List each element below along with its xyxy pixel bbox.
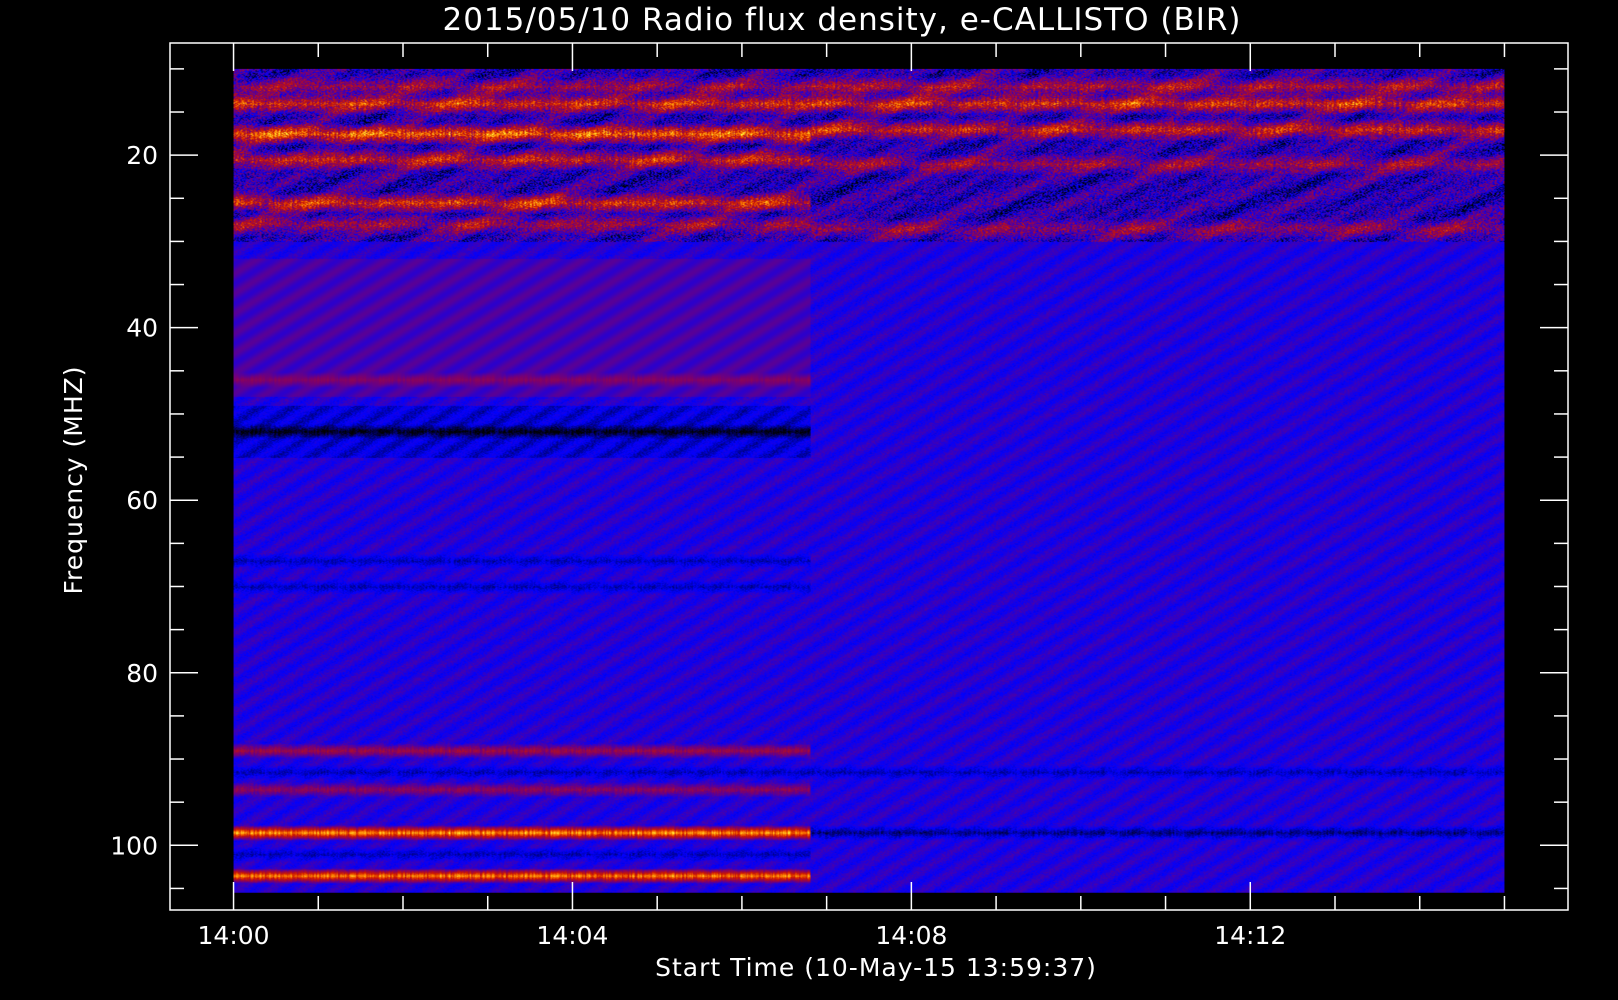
x-tick-label: 14:12 bbox=[1214, 921, 1286, 950]
y-tick-label: 100 bbox=[110, 831, 158, 860]
y-tick-label: 80 bbox=[126, 659, 158, 688]
x-tick-label: 14:00 bbox=[198, 921, 270, 950]
y-tick-label: 20 bbox=[126, 141, 158, 170]
x-axis-label: Start Time (10-May-15 13:59:37) bbox=[655, 953, 1097, 982]
spectrogram-chart: 2015/05/10 Radio flux density, e-CALLIST… bbox=[0, 0, 1618, 1000]
y-axis-label: Frequency (MHZ) bbox=[59, 365, 88, 594]
chart-title: 2015/05/10 Radio flux density, e-CALLIST… bbox=[442, 2, 1241, 38]
y-tick-label: 40 bbox=[126, 314, 158, 343]
x-tick-label: 14:08 bbox=[875, 921, 947, 950]
spectrogram-heatmap bbox=[233, 68, 1505, 893]
x-tick-label: 14:04 bbox=[536, 921, 608, 950]
y-tick-label: 60 bbox=[126, 486, 158, 515]
